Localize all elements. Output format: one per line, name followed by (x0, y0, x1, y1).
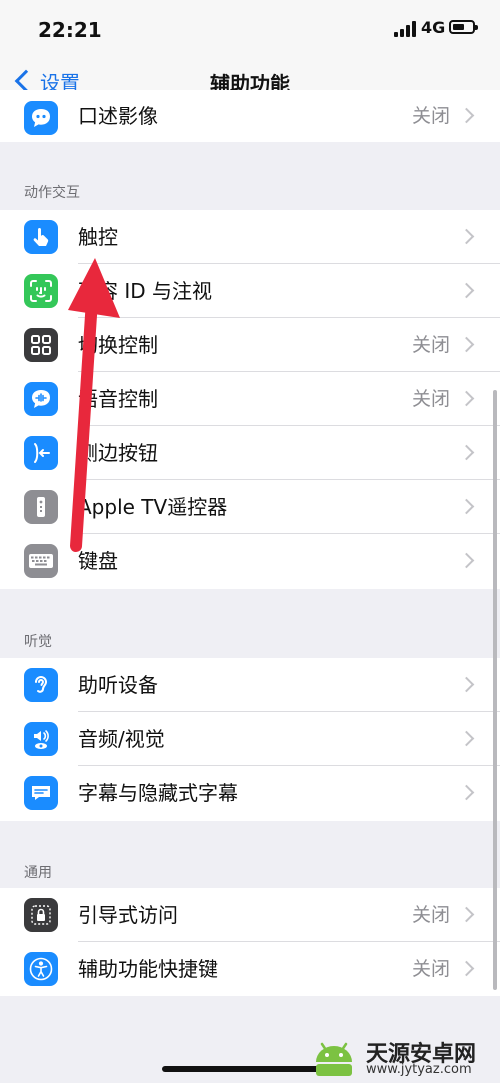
chevron-right-icon (458, 906, 475, 923)
chevron-right-icon (458, 730, 475, 747)
network-type: 4G (421, 18, 446, 37)
grid-icon (24, 328, 58, 362)
list-item-hearing-devices[interactable]: 助听设备 (0, 658, 500, 712)
remote-icon (24, 490, 58, 524)
chevron-right-icon (458, 444, 475, 461)
list-item-label: Apple TV遥控器 (78, 495, 228, 519)
status-bar: 22:21 4G (0, 0, 500, 58)
hand-touch-icon (24, 220, 58, 254)
chevron-right-icon (458, 676, 475, 693)
group-interaction: 触控 面容 ID 与注视 切换控制 关闭 语音控制 关闭 侧边按钮 Apple … (0, 210, 500, 589)
list-item-audio-description[interactable]: 口述影像 关闭 (0, 90, 500, 142)
list-item-keyboard[interactable]: 键盘 (0, 534, 500, 588)
status-time: 22:21 (38, 18, 102, 42)
chevron-right-icon (458, 282, 475, 299)
list-item-value: 关闭 (411, 388, 450, 410)
group-vision-partial: 口述影像 关闭 (0, 90, 500, 142)
list-item-value: 关闭 (411, 904, 450, 926)
list-item-label: 字幕与隐藏式字幕 (78, 781, 238, 805)
list-item-label: 引导式访问 (78, 903, 178, 927)
list-item-touch[interactable]: 触控 (0, 210, 500, 264)
list-item-label: 音频/视觉 (78, 727, 165, 751)
accessibility-icon (24, 952, 58, 986)
keyboard-icon (24, 544, 58, 578)
list-item-side-button[interactable]: 侧边按钮 (0, 426, 500, 480)
list-item-label: 助听设备 (78, 673, 158, 697)
list-item-label: 侧边按钮 (78, 441, 158, 465)
list-item-captions[interactable]: 字幕与隐藏式字幕 (0, 766, 500, 820)
list-item-accessibility-shortcut[interactable]: 辅助功能快捷键 关闭 (0, 942, 500, 996)
audio-visual-icon (24, 722, 58, 756)
side-button-icon (24, 436, 58, 470)
chevron-right-icon (458, 960, 475, 977)
chevron-right-icon (458, 552, 475, 569)
captions-icon (24, 776, 58, 810)
list-item-apple-tv-remote[interactable]: Apple TV遥控器 (0, 480, 500, 534)
watermark-url: www.jytyaz.com (366, 1062, 472, 1077)
group-general: 引导式访问 关闭 辅助功能快捷键 关闭 (0, 888, 500, 996)
watermark: 天源安卓网 www.jytyaz.com (300, 1030, 500, 1083)
list-item-label: 面容 ID 与注视 (78, 279, 213, 303)
chevron-right-icon (458, 336, 475, 353)
list-item-label: 切换控制 (78, 333, 158, 357)
list-item-value: 关闭 (411, 958, 450, 980)
lock-icon (24, 898, 58, 932)
chevron-right-icon (458, 784, 475, 801)
chevron-right-icon (458, 498, 475, 515)
list-item-label: 语音控制 (78, 387, 158, 411)
section-header-hearing: 听觉 (24, 634, 52, 650)
voice-control-icon (24, 382, 58, 416)
scrollbar[interactable] (493, 390, 497, 990)
android-logo-icon (316, 1042, 352, 1076)
face-id-icon (24, 274, 58, 308)
list-item-voice-control[interactable]: 语音控制 关闭 (0, 372, 500, 426)
list-item-label: 辅助功能快捷键 (78, 957, 218, 981)
list-item-switch-control[interactable]: 切换控制 关闭 (0, 318, 500, 372)
chevron-right-icon (458, 228, 475, 245)
speech-bubble-icon (24, 101, 58, 135)
section-header-general: 通用 (24, 865, 52, 881)
list-item-audio-visual[interactable]: 音频/视觉 (0, 712, 500, 766)
section-header-interaction: 动作交互 (24, 185, 80, 201)
list-item-label: 键盘 (78, 549, 118, 573)
group-hearing: 助听设备 音频/视觉 字幕与隐藏式字幕 (0, 658, 500, 821)
list-item-label: 口述影像 (78, 104, 158, 128)
list-item-value: 关闭 (411, 334, 450, 356)
ear-icon (24, 668, 58, 702)
chevron-right-icon (458, 107, 475, 124)
list-item-value: 关闭 (411, 105, 450, 127)
cellular-signal-icon (394, 21, 418, 37)
list-item-guided-access[interactable]: 引导式访问 关闭 (0, 888, 500, 942)
battery-icon (449, 20, 478, 34)
list-item-label: 触控 (78, 225, 118, 249)
list-item-face-id[interactable]: 面容 ID 与注视 (0, 264, 500, 318)
chevron-right-icon (458, 390, 475, 407)
